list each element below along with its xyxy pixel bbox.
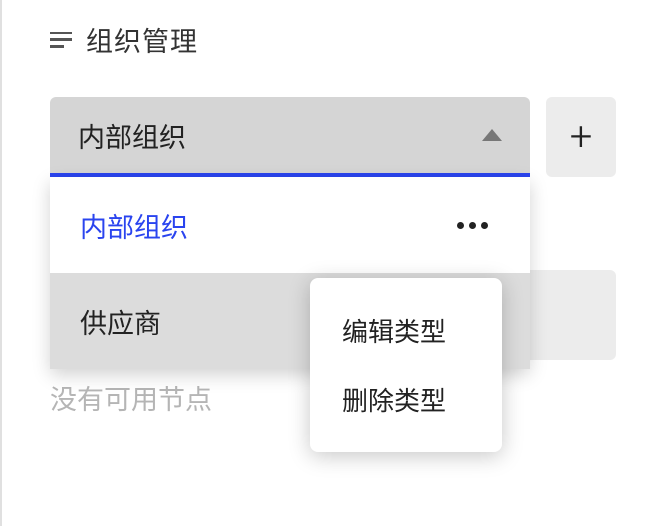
menu-icon <box>50 32 72 48</box>
org-type-select[interactable]: 内部组织 <box>50 97 530 177</box>
dropdown-option-label: 供应商 <box>80 302 161 341</box>
more-button[interactable] <box>444 197 500 253</box>
page-title: 组织管理 <box>86 20 198 59</box>
context-menu: 编辑类型 删除类型 <box>310 278 502 452</box>
dropdown-option-label: 内部组织 <box>80 206 188 245</box>
context-menu-edit-type[interactable]: 编辑类型 <box>310 296 502 365</box>
context-menu-delete-type[interactable]: 删除类型 <box>310 365 502 434</box>
add-org-type-button[interactable]: + <box>546 97 616 177</box>
more-icon <box>457 222 488 229</box>
dropdown-option-internal[interactable]: 内部组织 <box>50 177 530 273</box>
chevron-up-icon <box>482 129 502 141</box>
select-selected-label: 内部组织 <box>78 116 186 155</box>
page-header: 组织管理 <box>50 20 668 59</box>
plus-icon: + <box>570 117 593 157</box>
empty-state-text: 没有可用节点 <box>50 378 212 417</box>
